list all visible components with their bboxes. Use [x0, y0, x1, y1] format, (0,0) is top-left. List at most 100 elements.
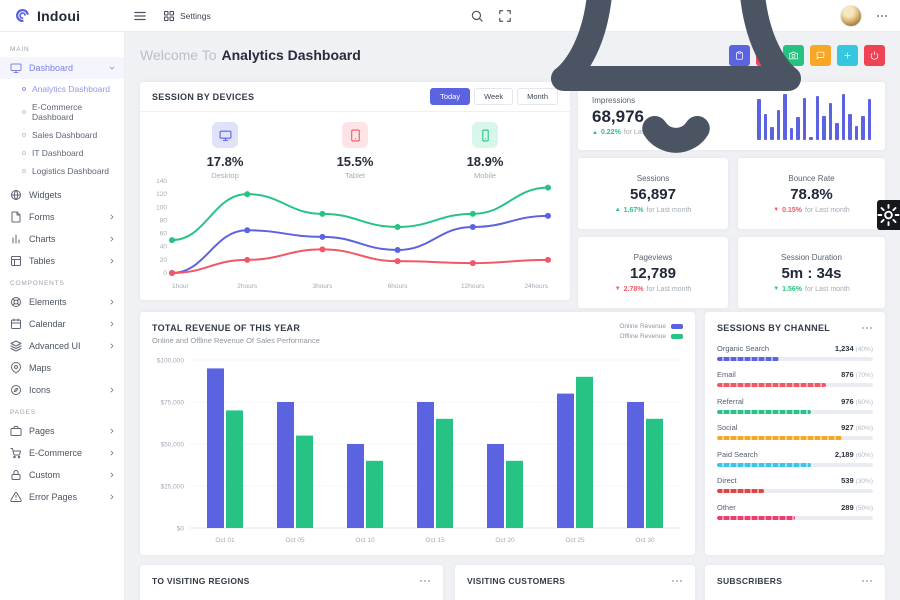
revenue-bar-chart-wrap: $0$25,000$50,000$75,000$100,000Oct 01Oct… — [144, 348, 690, 551]
stat-value: 78.8% — [790, 186, 833, 203]
channel-percent: (40%) — [856, 346, 873, 353]
devices-line-chart-wrap: 0204060801001201401hour2hours3hours6hour… — [146, 173, 562, 298]
stat-value: 5m : 34s — [781, 265, 841, 282]
bullet-icon — [22, 169, 26, 173]
sidebar: MAINDashboardAnalytics DashboardE-Commer… — [0, 32, 125, 600]
card-menu-icon[interactable] — [861, 575, 873, 587]
channel-row-other: Other289(50%) — [717, 503, 873, 520]
bullet-icon — [22, 133, 26, 137]
channel-progress-fill — [717, 516, 795, 520]
svg-text:12hours: 12hours — [461, 283, 485, 290]
more-options-icon[interactable] — [876, 9, 888, 23]
topbar: Indoui Settings 3 — [0, 0, 900, 32]
layers-icon — [10, 340, 22, 352]
settings-nav[interactable]: Settings — [163, 10, 211, 22]
channel-row-paid-search: Paid Search2,189(60%) — [717, 450, 873, 467]
channel-row-social: Social927(80%) — [717, 423, 873, 440]
sidebar-item-widgets[interactable]: Widgets — [0, 184, 124, 206]
svg-text:2hours: 2hours — [237, 283, 258, 290]
calendar-icon — [10, 318, 22, 330]
device-value: 15.5% — [337, 154, 374, 169]
sidebar-item-label: Icons — [29, 385, 51, 395]
channel-row-referral: Referral 976(60%) — [717, 397, 873, 414]
sidebar-item-label: Pages — [29, 426, 55, 436]
svg-text:Oct 30: Oct 30 — [635, 537, 655, 544]
sidebar-item-advanced-ui[interactable]: Advanced UI — [0, 335, 124, 357]
channel-percent: (80%) — [856, 425, 873, 432]
sidebar-item-e-commerce[interactable]: E-Commerce — [0, 442, 124, 464]
svg-text:$75,000: $75,000 — [161, 400, 185, 407]
chevron-right-icon — [108, 386, 116, 394]
svg-text:Oct 25: Oct 25 — [565, 537, 585, 544]
sidebar-subitem-it-dashboard[interactable]: IT Dashboard — [0, 144, 124, 162]
user-avatar[interactable] — [840, 5, 862, 27]
channel-percent: (60%) — [856, 399, 873, 406]
sidebar-item-charts[interactable]: Charts — [0, 228, 124, 250]
sidebar-item-label: Error Pages — [29, 492, 77, 502]
bottom-card-title: SUBSCRIBERS — [717, 576, 782, 586]
chart-icon — [10, 233, 22, 245]
fullscreen-icon[interactable] — [498, 9, 512, 23]
chevron-right-icon — [108, 493, 116, 501]
sidebar-item-pages[interactable]: Pages — [0, 420, 124, 442]
sidebar-item-dashboard[interactable]: Dashboard — [0, 57, 124, 79]
stat-label: Pageviews — [634, 253, 673, 262]
sidebar-item-calendar[interactable]: Calendar — [0, 313, 124, 335]
channel-row-direct: Direct539(30%) — [717, 476, 873, 493]
channel-progress — [717, 357, 873, 361]
channel-progress-fill — [717, 436, 842, 440]
channel-progress — [717, 516, 873, 520]
channel-menu-icon[interactable] — [861, 322, 873, 334]
sidebar-item-forms[interactable]: Forms — [0, 206, 124, 228]
channel-progress-fill — [717, 357, 779, 361]
sidebar-item-maps[interactable]: Maps — [0, 357, 124, 379]
channel-percent: (30%) — [856, 478, 873, 485]
logo[interactable]: Indoui — [0, 7, 125, 24]
sidebar-item-elements[interactable]: Elements — [0, 291, 124, 313]
chevron-right-icon — [108, 449, 116, 457]
bullet-icon — [22, 151, 26, 155]
sidebar-item-custom[interactable]: Custom — [0, 464, 124, 486]
hamburger-menu-button[interactable] — [133, 9, 147, 23]
channel-value: 976 — [841, 397, 854, 406]
svg-text:$50,000: $50,000 — [161, 442, 185, 449]
welcome-prefix: Welcome To — [140, 47, 217, 63]
cart-icon — [10, 447, 22, 459]
stat-cards-grid: Sessions56,897▲1.67%for Last monthBounce… — [578, 158, 885, 308]
search-icon[interactable] — [470, 9, 484, 23]
channel-value: 1,234 — [835, 344, 854, 353]
card-menu-icon[interactable] — [671, 575, 683, 587]
chevron-right-icon — [108, 257, 116, 265]
channel-label: Email — [717, 370, 736, 379]
channel-title: SESSIONS BY CHANNEL — [717, 323, 830, 333]
more-options-icon — [876, 9, 888, 23]
change-percent: 1.67% — [624, 207, 644, 214]
sidebar-item-label: Advanced UI — [29, 341, 81, 351]
channel-label: Direct — [717, 476, 737, 485]
total-revenue-card: TOTAL REVENUE OF THIS YEAR Online and Of… — [140, 312, 695, 555]
stat-card-session-duration: Session Duration5m : 34s▼1.56%for Last m… — [738, 237, 885, 308]
settings-fab-button[interactable] — [877, 200, 900, 230]
warning-icon — [10, 491, 22, 503]
sidebar-subitem-e-commerce-dashboard[interactable]: E-Commerce Dashboard — [0, 98, 124, 126]
sidebar-item-error-pages[interactable]: Error Pages — [0, 486, 124, 508]
sidebar-item-icons[interactable]: Icons — [0, 379, 124, 401]
fullscreen-icon — [498, 9, 512, 23]
legend-label: Online Revenue — [619, 323, 666, 330]
svg-text:100: 100 — [156, 204, 167, 211]
dashboard-submenu: Analytics DashboardE-Commerce Dashboard S… — [0, 79, 124, 184]
sidebar-item-label: Maps — [29, 363, 51, 373]
channel-label: Social — [717, 423, 737, 432]
sidebar-item-tables[interactable]: Tables — [0, 250, 124, 272]
sidebar-subitem-logistics-dashboard[interactable]: Logistics Dashboard — [0, 162, 124, 180]
sidebar-subitem-analytics-dashboard[interactable]: Analytics Dashboard — [0, 80, 124, 98]
notifications-button[interactable]: 3 — [526, 0, 826, 166]
card-menu-icon[interactable] — [419, 575, 431, 587]
sidebar-subitem-label: Sales Dashboard — [32, 130, 97, 140]
revenue-title: TOTAL REVENUE OF THIS YEAR — [152, 323, 683, 333]
channel-label: Referral — [717, 397, 744, 406]
device-stat-desktop: 17.8%Desktop — [207, 122, 244, 180]
tab-today[interactable]: Today — [430, 88, 470, 105]
channel-progress — [717, 463, 873, 467]
sidebar-subitem-sales-dashboard[interactable]: Sales Dashboard — [0, 126, 124, 144]
